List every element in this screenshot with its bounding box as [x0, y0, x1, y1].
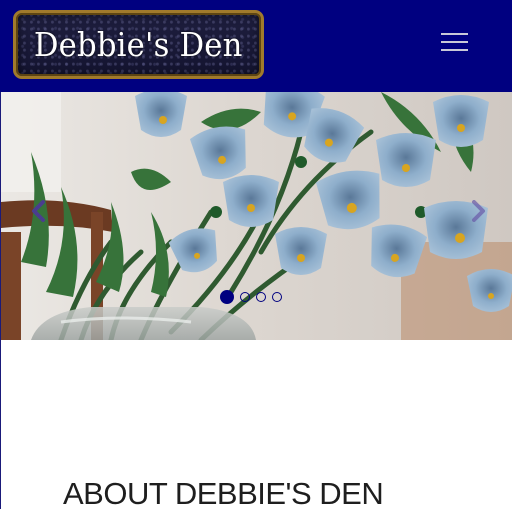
hamburger-menu-icon[interactable]: [434, 27, 474, 57]
navbar: Debbie's Den: [0, 0, 512, 92]
image-carousel: [1, 92, 512, 340]
menu-bar: [441, 49, 468, 51]
carousel-indicator-1[interactable]: [220, 290, 234, 304]
about-heading: ABOUT DEBBIE'S DEN: [63, 476, 384, 511]
menu-bar: [441, 41, 468, 43]
chevron-left-icon: [32, 200, 45, 222]
chevron-right-icon: [472, 200, 485, 222]
menu-bar: [441, 33, 468, 35]
carousel-next-button[interactable]: [466, 198, 492, 224]
carousel-indicator-3[interactable]: [256, 292, 266, 302]
carousel-indicator-4[interactable]: [272, 292, 282, 302]
logo-text: Debbie's Den: [34, 25, 243, 64]
carousel-prev-button[interactable]: [25, 198, 51, 224]
carousel-indicators: [220, 290, 282, 304]
site-logo[interactable]: Debbie's Den: [13, 10, 264, 79]
carousel-indicator-2[interactable]: [240, 292, 250, 302]
